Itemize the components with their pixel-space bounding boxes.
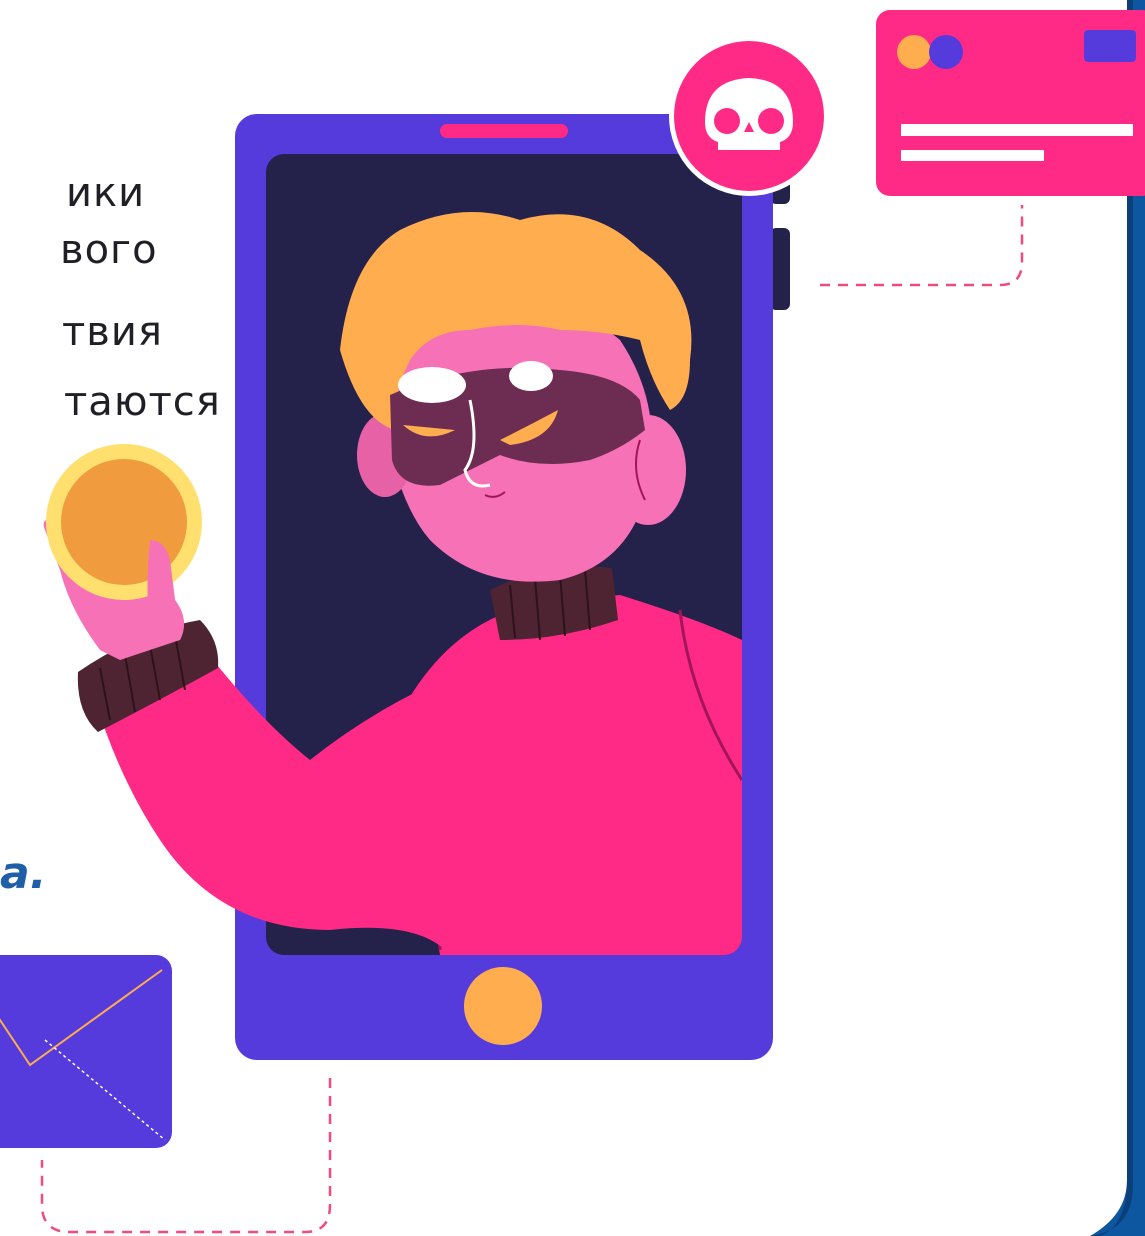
envelope-icon	[0, 955, 172, 1148]
skull-icon	[669, 36, 829, 196]
illustration-stage: ики вого твия таются a.	[0, 0, 1145, 1236]
artwork-svg	[0, 0, 1145, 1236]
coin-icon	[46, 444, 202, 600]
phone-speaker	[440, 124, 568, 138]
phone-home-button	[464, 967, 542, 1045]
credit-card-icon	[876, 10, 1145, 196]
